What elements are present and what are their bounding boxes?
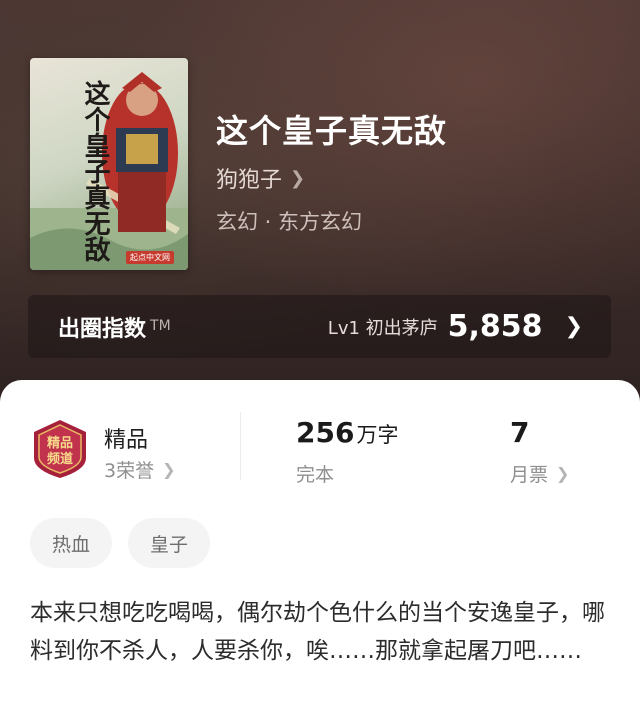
popularity-index-title: 出圈指数 [58, 316, 147, 342]
popularity-value: 5,858 [447, 309, 543, 344]
chevron-right-icon: ❯ [564, 314, 583, 339]
book-genre[interactable]: 玄幻 · 东方玄幻 [216, 206, 362, 236]
cover-publisher-logo: 起点中文网 [126, 251, 174, 264]
svg-text:精品: 精品 [47, 435, 73, 451]
quality-badge-icon[interactable]: 精品 频道 [30, 418, 90, 480]
popularity-index-bar[interactable]: 出圈指数 TM Lv1 初出茅庐 5,858 ❯ [28, 295, 611, 358]
word-count-unit: 万字 [356, 423, 399, 447]
tag-chip[interactable]: 皇子 [128, 518, 211, 568]
completion-status: 完本 [296, 460, 334, 487]
word-count: 256万字 [296, 416, 398, 449]
popularity-index-details: Lv1 初出茅庐 5,858 ❯ [328, 309, 583, 344]
popularity-index-label: 出圈指数 TM [58, 311, 171, 343]
monthly-tickets-number: 7 [510, 416, 530, 449]
tag-chip[interactable]: 热血 [30, 518, 113, 568]
completion-status-text: 完本 [296, 464, 335, 486]
book-title: 这个皇子真无敌 [216, 112, 448, 150]
monthly-tickets-link[interactable]: 月票 ❯ [510, 460, 569, 487]
chevron-right-icon: ❯ [556, 464, 570, 483]
chevron-right-icon: ❯ [290, 167, 306, 189]
author-link[interactable]: 狗狍子 ❯ [216, 162, 305, 194]
book-description: 本来只想吃吃喝喝，偶尔劫个色什么的当个安逸皇子，哪料到你不杀人，人要杀你，唉……… [30, 600, 605, 664]
chevron-right-icon: ❯ [162, 460, 176, 479]
monthly-tickets: 7 [510, 416, 529, 449]
svg-text:频道: 频道 [47, 451, 73, 467]
stats-divider [240, 412, 241, 480]
author-name: 狗狍子 [216, 168, 283, 193]
trademark-mark: TM [150, 317, 171, 334]
popularity-level: Lv1 初出茅庐 [327, 317, 438, 339]
monthly-tickets-label: 月票 [510, 464, 549, 486]
cover-title-text: 这个皇子真无敌 [80, 80, 110, 262]
word-count-number: 256 [296, 416, 355, 449]
honors-count: 3荣誉 [104, 460, 155, 482]
quality-title: 精品 [104, 428, 149, 453]
honors-link[interactable]: 3荣誉 ❯ [104, 456, 176, 483]
book-cover[interactable]: 这个皇子真无敌 起点中文网 [30, 58, 188, 270]
